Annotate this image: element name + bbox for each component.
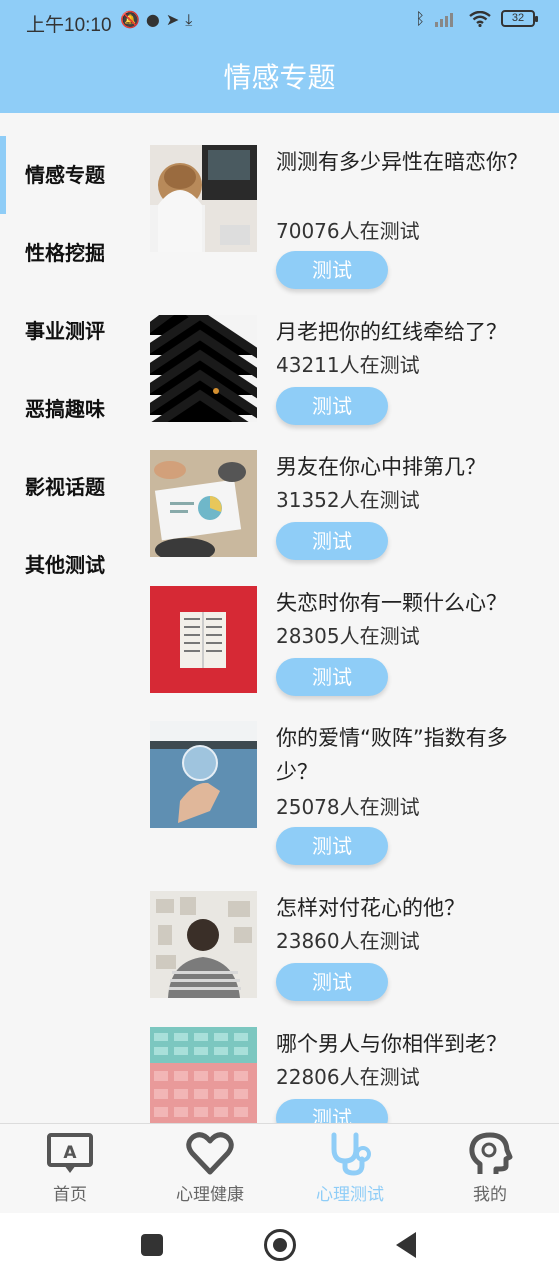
send-icon: ➤: [165, 10, 186, 29]
download-icon: ⤓: [185, 10, 199, 29]
test-participants: 31352人在测试: [276, 488, 420, 512]
status-bar: 上午10:10 🔕●➤⤓ ᛒ 32: [0, 0, 559, 42]
start-test-button[interactable]: 测试: [276, 658, 388, 696]
test-title[interactable]: 测测有多少异性在暗恋你？: [276, 145, 541, 179]
test-participants: 22806人在测试: [276, 1065, 420, 1089]
home-button[interactable]: [264, 1229, 296, 1261]
app-header: 上午10:10 🔕●➤⤓ ᛒ 32 情感专题: [0, 0, 559, 113]
test-title[interactable]: 月老把你的红线牵给了？: [276, 315, 541, 349]
start-test-button[interactable]: 测试: [276, 522, 388, 560]
tab-label: 首页: [53, 1185, 87, 1205]
test-thumbnail-woman-laptop[interactable]: [150, 145, 257, 252]
test-thumbnail-book[interactable]: [150, 586, 257, 693]
system-icons: ᛒ 32: [415, 9, 538, 28]
tab-label: 我的: [473, 1185, 507, 1205]
bottom-tab-bar: A 首页 心理健康 心理测试 我的: [0, 1123, 559, 1213]
start-test-button[interactable]: 测试: [276, 963, 388, 1001]
tab-mine[interactable]: 我的: [420, 1130, 559, 1205]
tab-label: 心理测试: [316, 1185, 384, 1205]
chat-icon: ●: [145, 10, 166, 29]
sidebar-item-fun[interactable]: 恶搞趣味: [0, 370, 140, 448]
start-test-button[interactable]: 测试: [276, 827, 388, 865]
test-participants: 25078人在测试: [276, 795, 420, 819]
test-thumbnail-man-at-wall[interactable]: [150, 891, 257, 998]
test-title[interactable]: 失恋时你有一颗什么心？: [276, 586, 541, 620]
test-participants: 70076人在测试: [276, 219, 420, 243]
home-icon: A: [47, 1133, 93, 1173]
sidebar-item-career[interactable]: 事业测评: [0, 292, 140, 370]
back-button[interactable]: [396, 1232, 416, 1258]
sidebar-item-emotion[interactable]: 情感专题: [0, 136, 140, 214]
test-title[interactable]: 男友在你心中排第几？: [276, 450, 541, 484]
wifi-icon: [469, 10, 491, 27]
sidebar-item-film[interactable]: 影视话题: [0, 448, 140, 526]
sidebar-item-personality[interactable]: 性格挖掘: [0, 214, 140, 292]
system-navigation-bar: [0, 1213, 559, 1280]
start-test-button[interactable]: 测试: [276, 387, 388, 425]
test-list[interactable]: 测测有多少异性在暗恋你？ 70076人在测试 测试 月老把你的红线牵给了？ 43…: [150, 145, 550, 1123]
sidebar-item-other[interactable]: 其他测试: [0, 526, 140, 604]
test-participants: 43211人在测试: [276, 353, 420, 377]
heart-icon: [186, 1132, 234, 1175]
recent-apps-button[interactable]: [141, 1234, 163, 1256]
svg-text:A: A: [63, 1143, 77, 1163]
status-time: 上午10:10: [26, 15, 112, 36]
test-participants: 28305人在测试: [276, 624, 420, 648]
test-title[interactable]: 怎样对付花心的他？: [276, 891, 541, 925]
test-thumbnail-zebra-crossing[interactable]: [150, 315, 257, 422]
profile-head-icon: [469, 1132, 513, 1174]
tab-mental-health[interactable]: 心理健康: [140, 1130, 280, 1205]
tab-label: 心理健康: [176, 1185, 244, 1205]
tab-home[interactable]: A 首页: [0, 1130, 140, 1205]
tab-psych-test[interactable]: 心理测试: [280, 1130, 420, 1205]
battery-icon: 32: [501, 10, 538, 27]
page-title: 情感专题: [223, 61, 336, 94]
start-test-button[interactable]: 测试: [276, 251, 388, 289]
test-thumbnail-charts[interactable]: [150, 450, 257, 557]
mute-icon: 🔕: [120, 10, 146, 29]
category-sidebar: 情感专题 性格挖掘 事业测评 恶搞趣味 影视话题 其他测试: [0, 136, 140, 604]
signal-icon: [435, 12, 453, 27]
test-title[interactable]: 你的爱情“败阵”指数有多少？: [276, 721, 541, 789]
bluetooth-icon: ᛒ: [415, 9, 425, 28]
stethoscope-icon: [331, 1132, 371, 1176]
test-thumbnail-crystal-ball[interactable]: [150, 721, 257, 828]
test-title[interactable]: 哪个男人与你相伴到老？: [276, 1027, 541, 1061]
start-test-button[interactable]: 测试: [276, 1099, 388, 1123]
test-participants: 23860人在测试: [276, 929, 420, 953]
notification-icons: 🔕●➤⤓: [120, 10, 198, 30]
test-thumbnail-stadium-seats[interactable]: [150, 1027, 257, 1123]
